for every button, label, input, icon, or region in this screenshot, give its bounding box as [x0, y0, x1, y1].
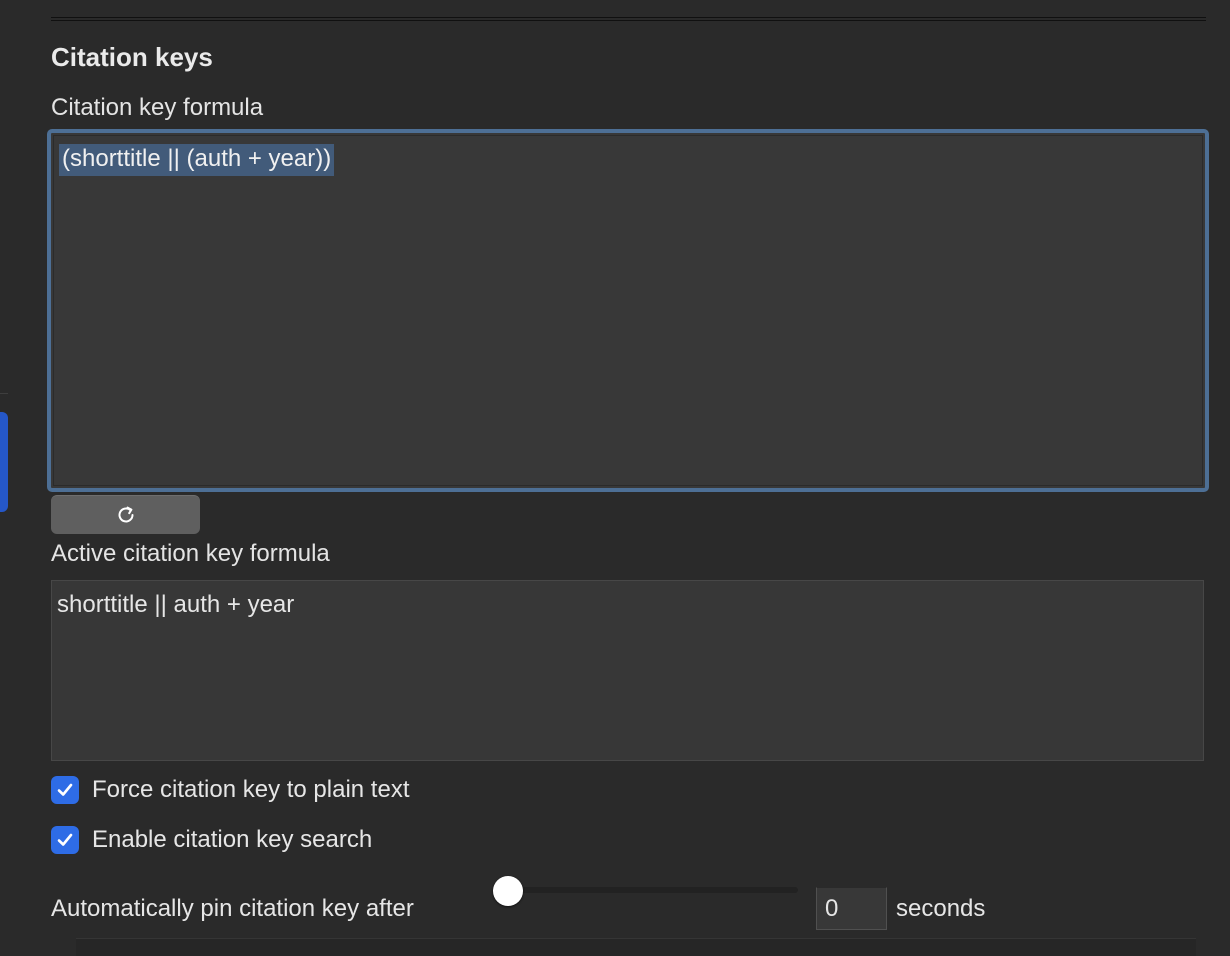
sidebar	[0, 0, 8, 956]
refresh-formula-button[interactable]	[51, 495, 200, 534]
checkmark-icon	[57, 833, 73, 846]
section-title: Citation keys	[51, 42, 213, 72]
next-section-edge	[76, 938, 1196, 956]
force-plain-text-label[interactable]: Force citation key to plain text	[92, 776, 409, 804]
citation-key-formula-input[interactable]: (shorttitle || (auth + year))	[47, 129, 1209, 492]
preferences-pane: Citation keys Citation key formula (shor…	[0, 0, 1230, 956]
checkmark-icon	[57, 783, 73, 796]
autopin-label: Automatically pin citation key after	[51, 895, 414, 922]
autopin-seconds-input[interactable]	[816, 887, 887, 930]
sidebar-selected-item[interactable]	[0, 412, 8, 512]
force-plain-text-checkbox[interactable]	[51, 776, 79, 804]
sidebar-divider	[0, 393, 8, 394]
section-separator	[51, 17, 1206, 21]
enable-search-label[interactable]: Enable citation key search	[92, 826, 372, 854]
autopin-slider-knob[interactable]	[493, 876, 523, 906]
enable-search-checkbox[interactable]	[51, 826, 79, 854]
enable-search-option[interactable]: Enable citation key search	[51, 824, 372, 856]
autopin-slider-track[interactable]	[508, 887, 798, 893]
active-formula-label: Active citation key formula	[51, 540, 330, 567]
formula-selected-text[interactable]: (shorttitle || (auth + year))	[59, 144, 335, 176]
citation-key-formula-label: Citation key formula	[51, 94, 264, 121]
seconds-unit-label: seconds	[896, 895, 986, 922]
active-formula-display: shorttitle || auth + year	[51, 580, 1204, 761]
formula-input-inner: (shorttitle || (auth + year))	[53, 135, 1203, 486]
refresh-icon	[115, 504, 137, 526]
active-formula-text: shorttitle || auth + year	[57, 591, 295, 618]
force-plain-text-option[interactable]: Force citation key to plain text	[51, 774, 409, 806]
